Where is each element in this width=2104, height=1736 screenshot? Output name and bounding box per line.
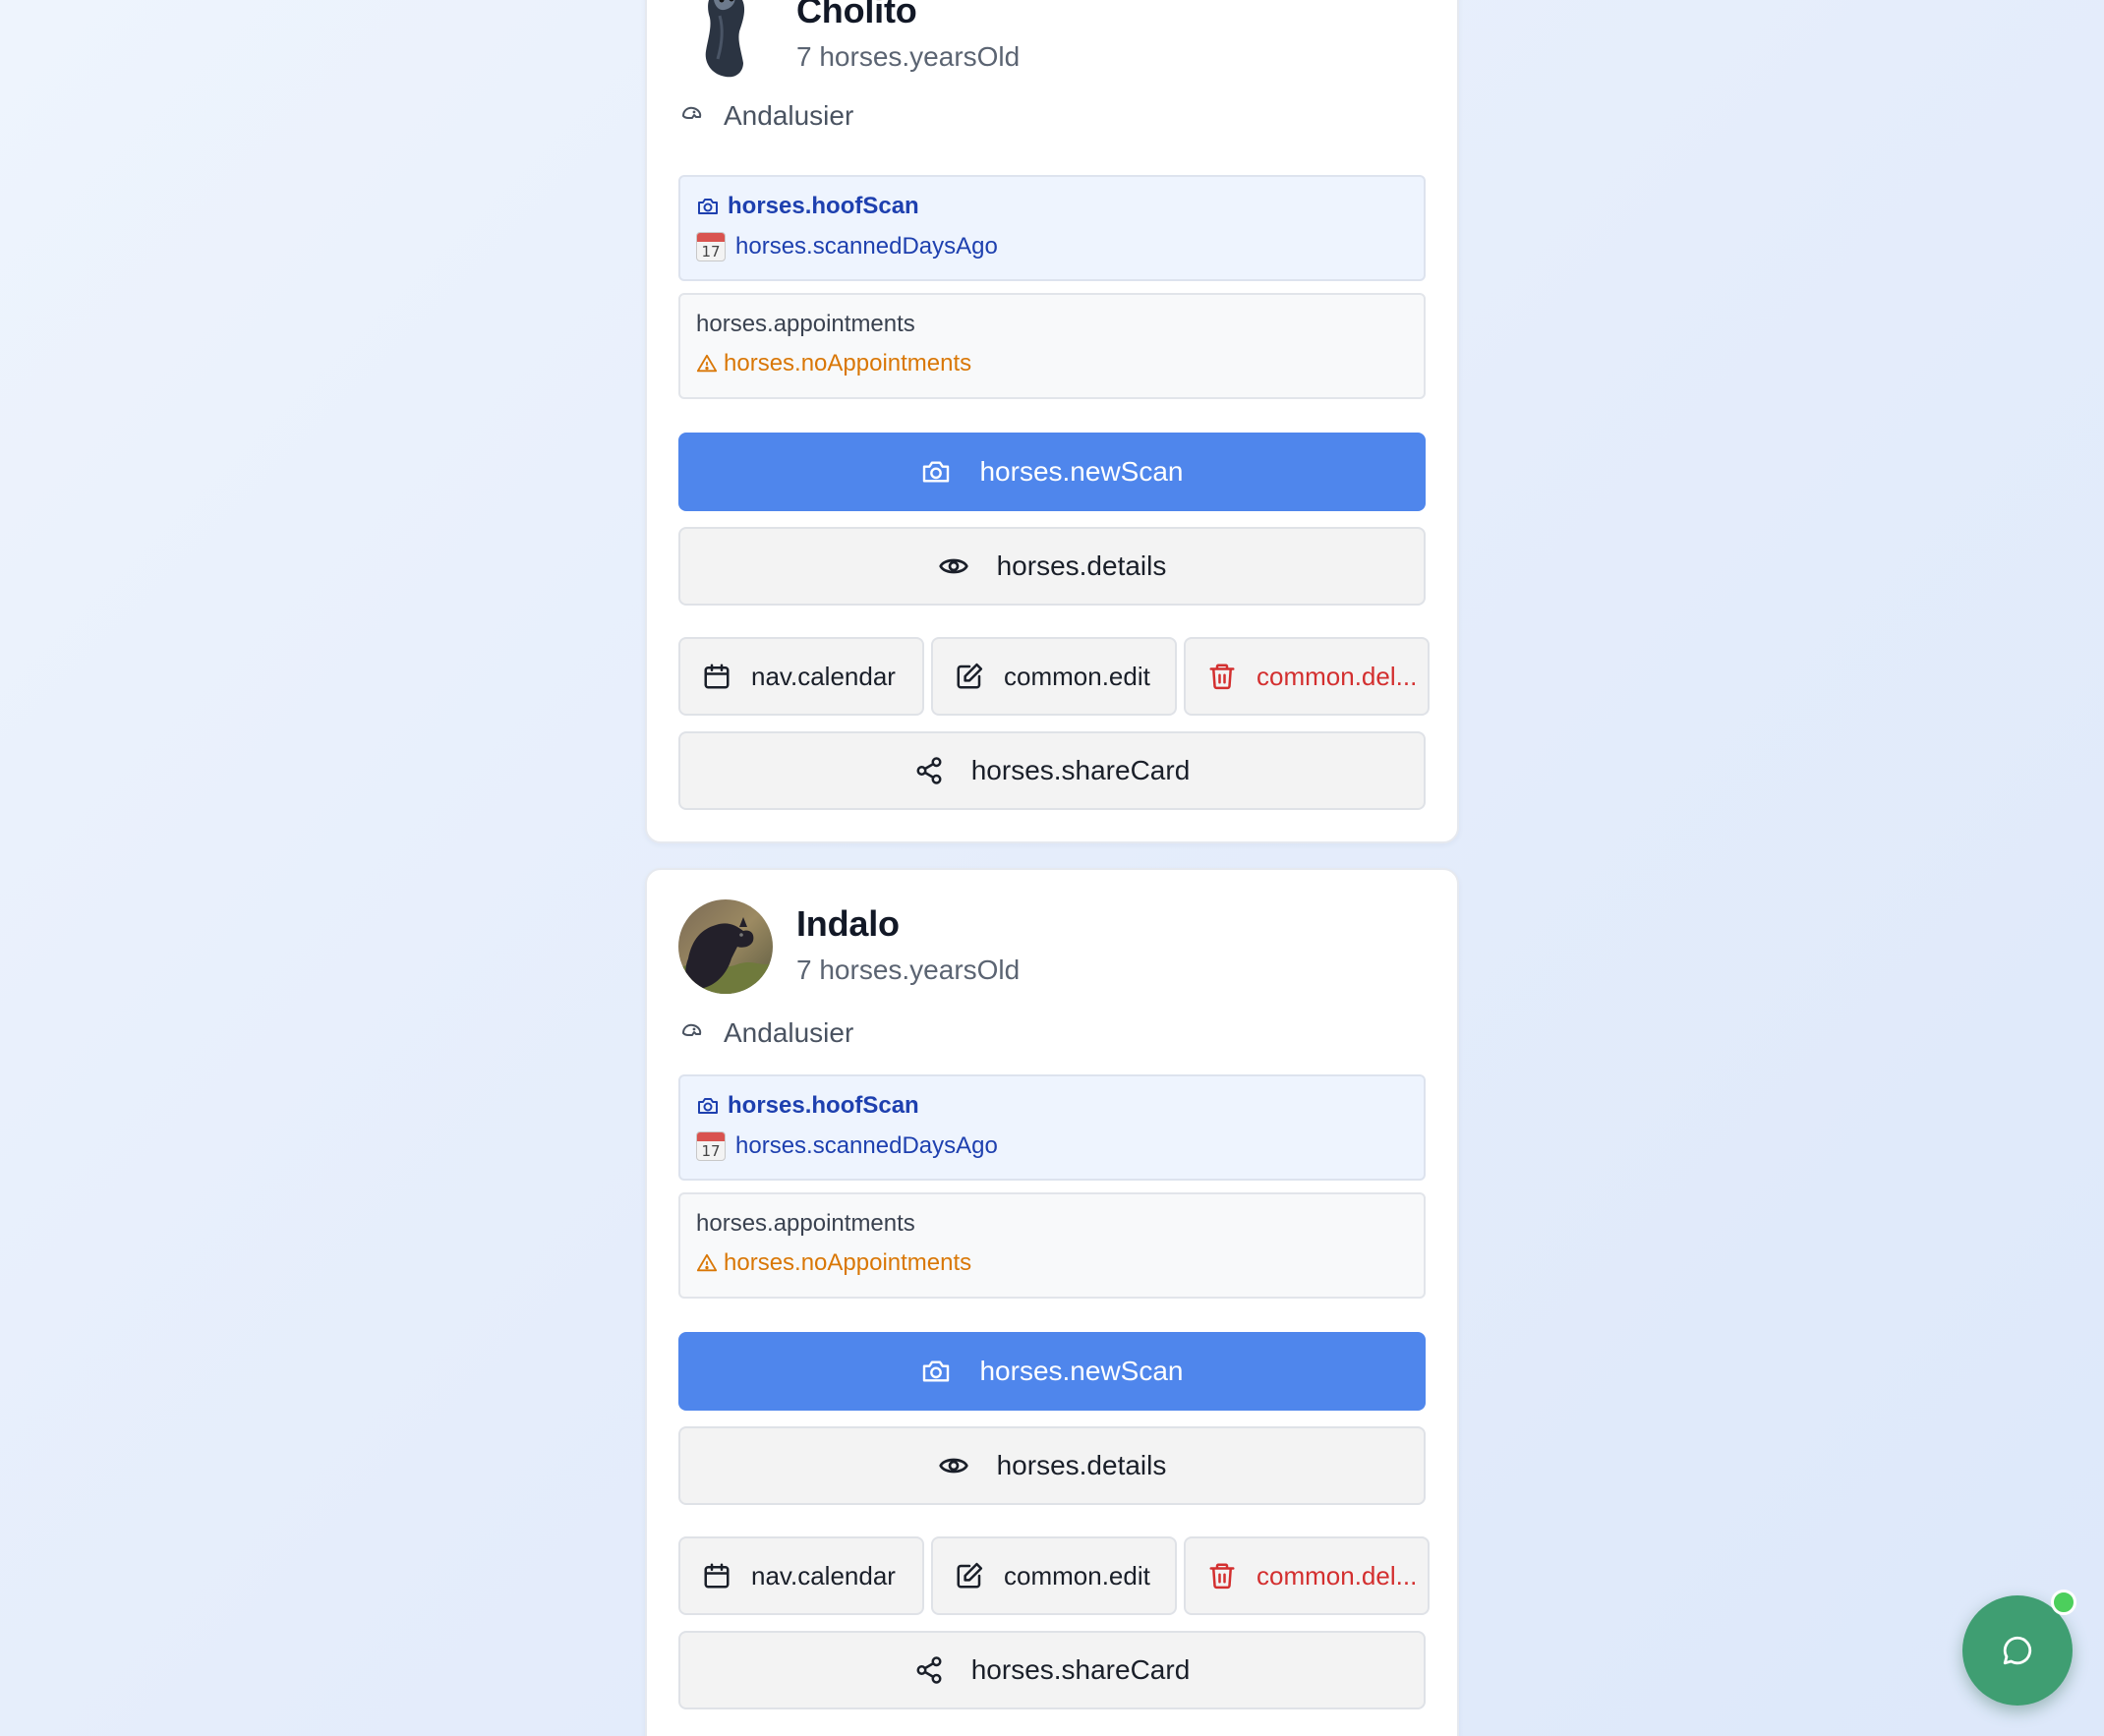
share-card-button[interactable]: horses.shareCard	[678, 1631, 1426, 1709]
trash-icon	[1207, 1561, 1237, 1591]
share-icon	[914, 1655, 944, 1685]
appointments-title: horses.appointments	[696, 311, 915, 337]
no-appointments-warning: horses.noAppointments	[696, 350, 971, 377]
edit-button[interactable]: common.edit	[931, 637, 1177, 716]
scan-date-row: 17 horses.scannedDaysAgo	[696, 1131, 998, 1161]
share-card-label: horses.shareCard	[970, 755, 1191, 785]
details-label: horses.details	[996, 550, 1167, 581]
online-status-dot	[2051, 1590, 2076, 1615]
eye-icon	[938, 550, 969, 582]
breed-row: Andalusier	[678, 1017, 1426, 1049]
scan-date: horses.scannedDaysAgo	[735, 233, 998, 260]
trash-icon	[1207, 662, 1237, 691]
edit-label: common.edit	[1004, 1560, 1150, 1591]
share-card-label: horses.shareCard	[970, 1654, 1191, 1685]
edit-icon	[955, 1561, 984, 1591]
scan-title: horses.hoofScan	[728, 1092, 919, 1119]
horse-age: 7 horses.yearsOld	[796, 41, 1021, 72]
horse-age: 7 horses.yearsOld	[796, 955, 1021, 985]
eye-icon	[938, 1450, 969, 1481]
details-button[interactable]: horses.details	[678, 527, 1426, 606]
edit-button[interactable]: common.edit	[931, 1536, 1177, 1615]
camera-icon	[920, 456, 952, 488]
scan-title: horses.hoofScan	[728, 193, 919, 219]
horse-head-icon	[678, 102, 706, 130]
details-button[interactable]: horses.details	[678, 1426, 1426, 1505]
hoof-scan-box[interactable]: horses.hoofScan 17 horses.scannedDaysAgo	[678, 175, 1426, 281]
calendar-button[interactable]: nav.calendar	[678, 1536, 924, 1615]
delete-button[interactable]: common.del...	[1184, 1536, 1430, 1615]
warning-triangle-icon	[696, 353, 718, 375]
delete-label: common.del...	[1257, 1560, 1418, 1591]
calendar-emoji-icon: 17	[696, 232, 726, 261]
breed-label: Andalusier	[724, 1017, 854, 1048]
breed-row: Andalusier	[678, 100, 1426, 132]
calendar-button[interactable]: nav.calendar	[678, 637, 924, 716]
delete-button[interactable]: common.del...	[1184, 637, 1430, 716]
hoof-scan-box[interactable]: horses.hoofScan 17 horses.scannedDaysAgo	[678, 1074, 1426, 1181]
scan-title-row: horses.hoofScan	[696, 1092, 919, 1120]
camera-icon	[920, 1356, 952, 1387]
horse-name: Indalo	[796, 903, 900, 944]
horse-card-header: Cholito 7 horses.yearsOld	[678, 0, 1426, 83]
new-scan-label: horses.newScan	[979, 456, 1184, 487]
horse-avatar[interactable]	[678, 0, 773, 81]
appointments-box: horses.appointments horses.noAppointment…	[678, 1192, 1426, 1299]
horse-avatar[interactable]	[678, 899, 773, 994]
horse-name: Cholito	[796, 0, 917, 30]
calendar-icon	[702, 662, 731, 691]
calendar-icon	[702, 1561, 731, 1591]
new-scan-button[interactable]: horses.newScan	[678, 1332, 1426, 1411]
edit-label: common.edit	[1004, 661, 1150, 691]
share-icon	[914, 756, 944, 785]
appointments-title: horses.appointments	[696, 1210, 915, 1237]
warning-triangle-icon	[696, 1252, 718, 1274]
scan-date-row: 17 horses.scannedDaysAgo	[696, 232, 998, 261]
horse-head-icon	[678, 1019, 706, 1047]
scan-date: horses.scannedDaysAgo	[735, 1132, 998, 1159]
details-label: horses.details	[996, 1450, 1167, 1480]
breed-label: Andalusier	[724, 100, 854, 131]
camera-icon	[696, 195, 720, 218]
horse-card: Cholito 7 horses.yearsOld Andalusier hor…	[645, 0, 1459, 843]
share-card-button[interactable]: horses.shareCard	[678, 731, 1426, 810]
horse-card-header: Indalo 7 horses.yearsOld	[678, 899, 1426, 998]
calendar-label: nav.calendar	[751, 661, 896, 691]
calendar-label: nav.calendar	[751, 1560, 896, 1591]
camera-icon	[696, 1094, 720, 1118]
delete-label: common.del...	[1257, 661, 1418, 691]
scan-title-row: horses.hoofScan	[696, 193, 919, 220]
new-scan-label: horses.newScan	[979, 1356, 1184, 1386]
no-appointments-text: horses.noAppointments	[724, 350, 972, 376]
chat-bubble-icon	[2001, 1634, 2034, 1667]
no-appointments-warning: horses.noAppointments	[696, 1249, 971, 1277]
horse-card: Indalo 7 horses.yearsOld Andalusier hors…	[645, 868, 1459, 1736]
horse-list[interactable]: Cholito 7 horses.yearsOld Andalusier hor…	[0, 0, 2104, 1736]
no-appointments-text: horses.noAppointments	[724, 1249, 972, 1276]
edit-icon	[955, 662, 984, 691]
calendar-emoji-icon: 17	[696, 1131, 726, 1161]
appointments-box: horses.appointments horses.noAppointment…	[678, 293, 1426, 399]
new-scan-button[interactable]: horses.newScan	[678, 433, 1426, 511]
